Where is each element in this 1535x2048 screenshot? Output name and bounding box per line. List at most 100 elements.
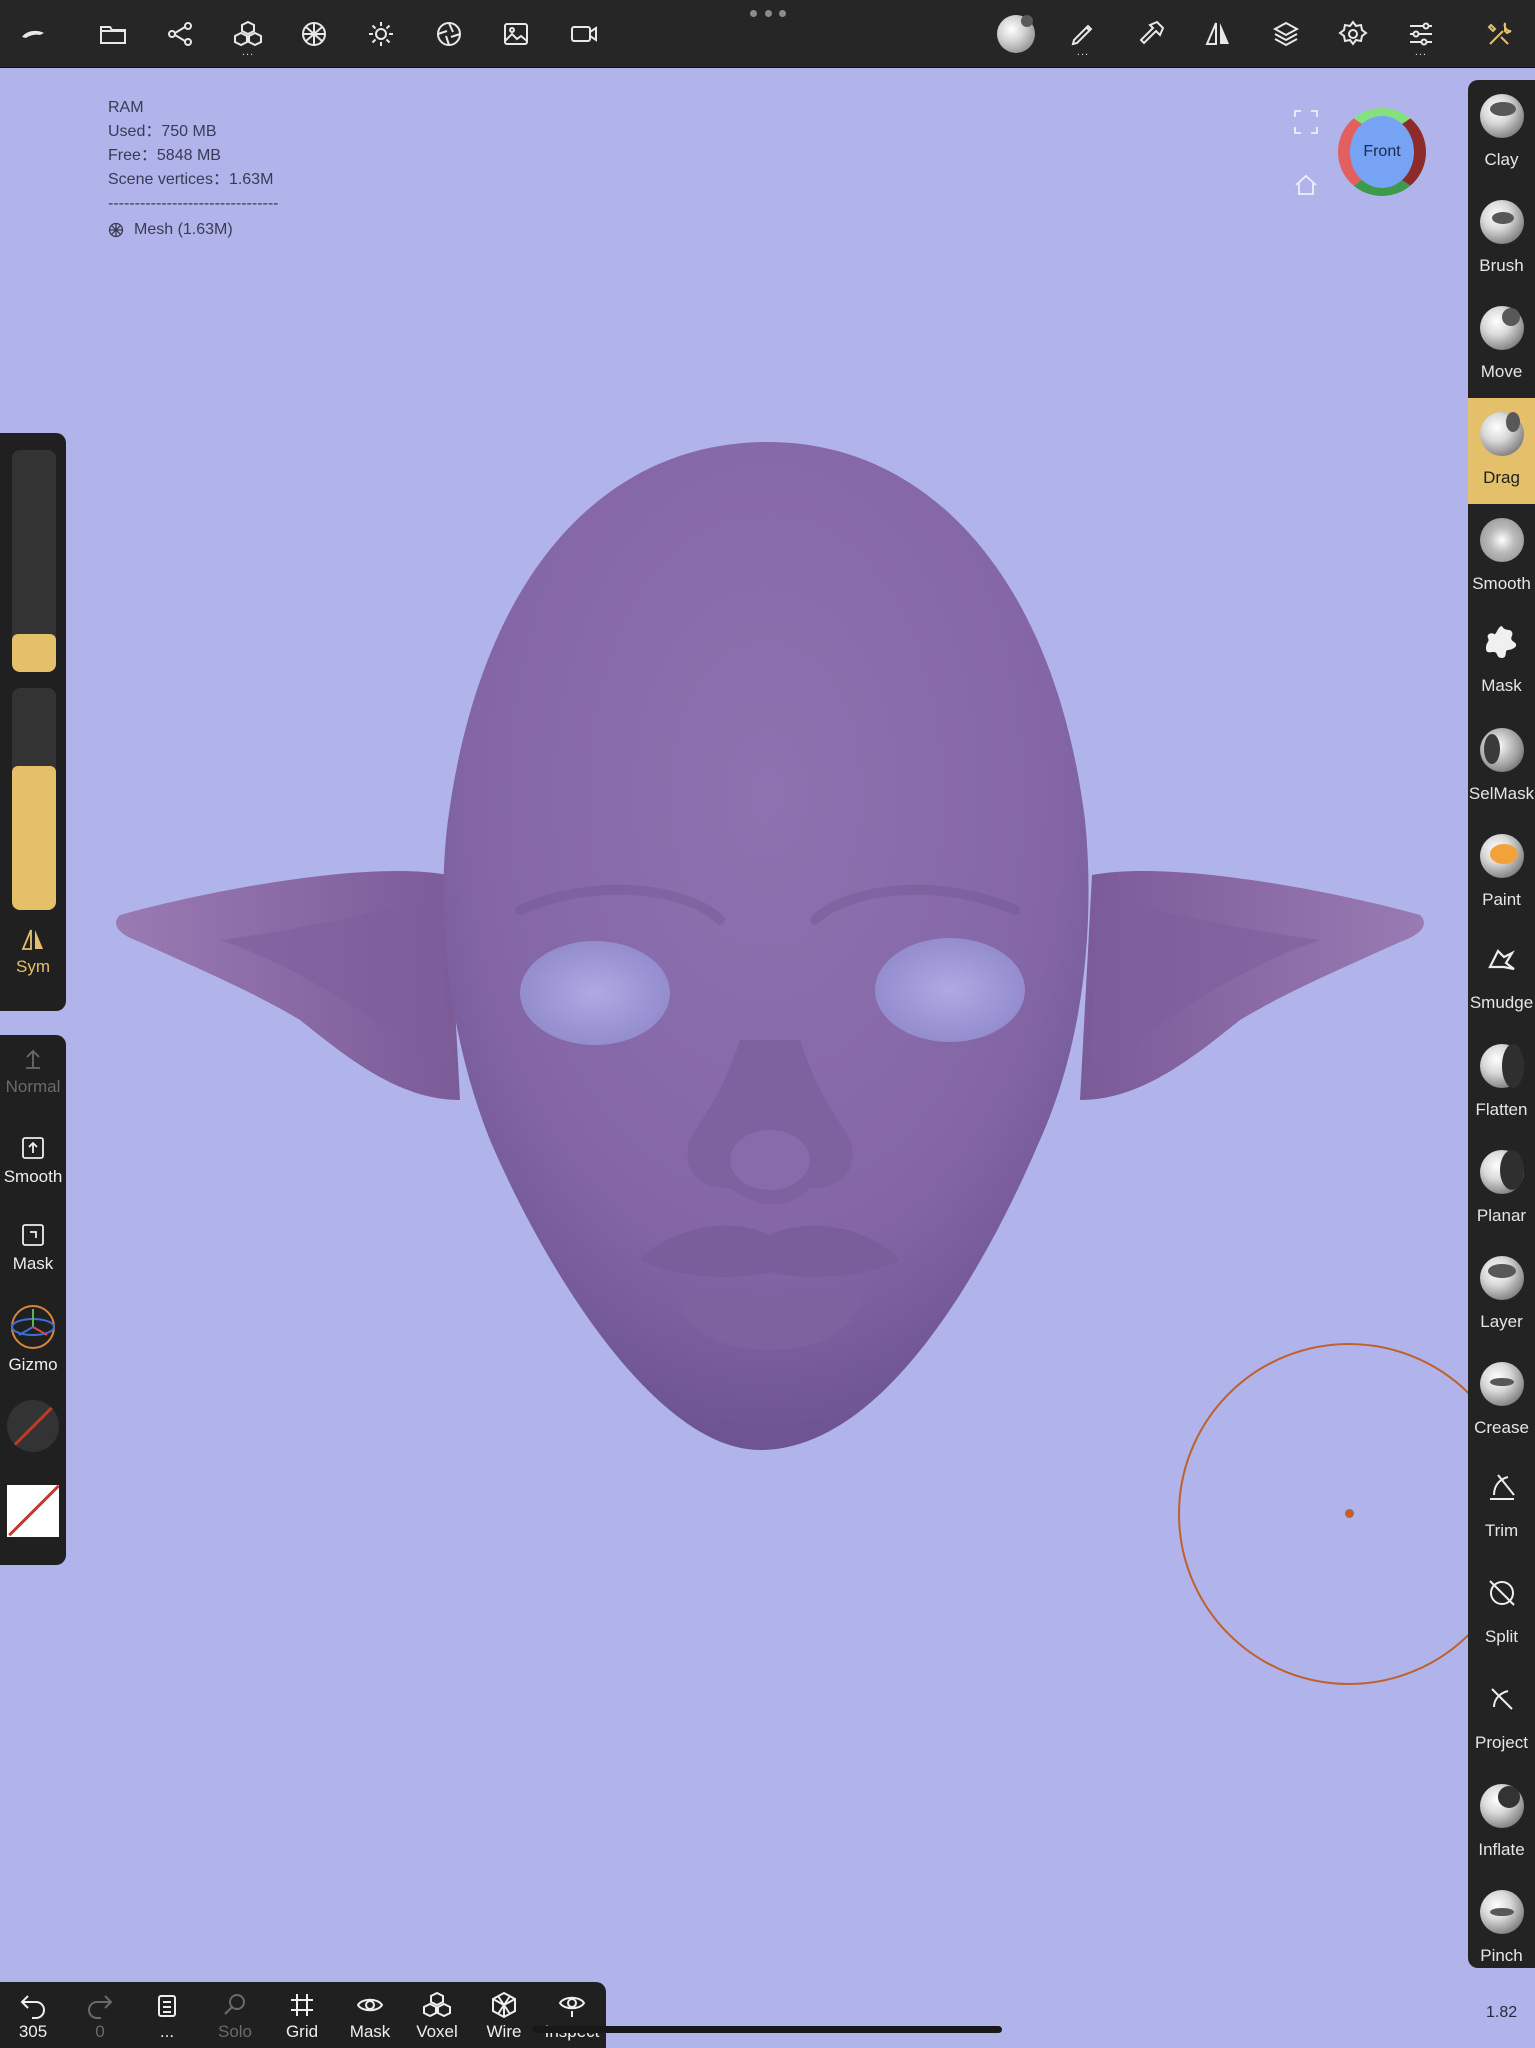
box-corner-icon — [22, 1224, 44, 1246]
intensity-slider[interactable] — [12, 688, 56, 910]
wireframe-icon — [492, 1991, 516, 2019]
radius-slider-fill — [12, 634, 56, 672]
tool-drag[interactable]: Drag — [1468, 398, 1535, 504]
grid-icon — [291, 1994, 313, 2016]
tool-label: Crease — [1474, 1418, 1529, 1437]
tool-planar[interactable]: Planar — [1468, 1136, 1535, 1242]
grid-button[interactable]: Grid — [269, 1990, 335, 2042]
tool-inflate[interactable]: Inflate — [1468, 1770, 1535, 1876]
mask-visibility-label: Mask — [349, 2022, 391, 2041]
alpha-none-swatch[interactable] — [7, 1400, 59, 1452]
redo-button[interactable]: 0 — [67, 1990, 133, 2042]
wire-button[interactable]: Wire — [471, 1990, 537, 2042]
settings-icon[interactable] — [1332, 13, 1374, 55]
undo-button[interactable]: 305 — [0, 1990, 66, 2042]
tool-paint[interactable]: Paint — [1468, 820, 1535, 926]
inspect-button[interactable]: Inspect — [539, 1990, 605, 2042]
layers-icon[interactable] — [1265, 13, 1307, 55]
gizmo-label: Gizmo — [8, 1355, 58, 1374]
tool-label: Inflate — [1478, 1840, 1525, 1859]
tool-label: Project — [1475, 1733, 1528, 1752]
tool-mask[interactable]: Mask — [1468, 606, 1535, 712]
brush-center-dot — [1345, 1509, 1354, 1518]
topology-icon[interactable] — [293, 13, 335, 55]
primitives-icon[interactable]: ... — [227, 13, 269, 58]
tool-smudge[interactable]: Smudge — [1468, 923, 1535, 1029]
intensity-slider-fill — [12, 765, 56, 910]
mesh-label[interactable]: Mesh (1.63M) — [134, 218, 233, 242]
eye-icon — [356, 1998, 384, 2012]
tool-label: Split — [1484, 1627, 1519, 1646]
tool-clay[interactable]: Clay — [1468, 80, 1535, 186]
fullscreen-icon[interactable] — [1293, 109, 1319, 135]
symmetry-icon[interactable] — [1197, 13, 1239, 55]
tool-label: Brush — [1479, 256, 1524, 275]
tools-icon[interactable] — [1479, 13, 1521, 55]
normal-button[interactable]: Normal — [0, 1047, 66, 1097]
texture-none-swatch[interactable] — [7, 1485, 59, 1537]
material-icon[interactable] — [428, 13, 470, 55]
tool-flatten[interactable]: Flatten — [1468, 1030, 1535, 1136]
crease-sphere-icon — [1480, 1362, 1524, 1406]
mask-visibility-button[interactable]: Mask — [337, 1990, 403, 2042]
tool-selmask[interactable]: SelMask — [1468, 714, 1535, 820]
voxel-button[interactable]: Voxel — [404, 1990, 470, 2042]
mask-stroke-button[interactable]: Mask — [0, 1222, 66, 1274]
sym-toggle[interactable]: Sym — [0, 927, 66, 977]
tool-label: Smooth — [1472, 574, 1531, 593]
tool-crease[interactable]: Crease — [1468, 1348, 1535, 1454]
toolbar-drag-handle[interactable] — [750, 10, 786, 20]
paint-brush-icon[interactable]: ... — [1062, 13, 1104, 58]
stroke-options-panel: Normal Smooth Mask Gizmo — [0, 1035, 66, 1565]
scene-graph-icon[interactable] — [160, 13, 202, 55]
move-sphere-icon — [1480, 306, 1524, 350]
solo-button[interactable]: Solo — [202, 1990, 268, 2042]
history-button[interactable]: ... — [134, 1990, 200, 2042]
folder-icon[interactable] — [92, 13, 134, 55]
symmetry-small-icon — [21, 929, 43, 950]
box-arrow-up-icon — [22, 1137, 44, 1159]
sliders-icon[interactable]: ... — [1400, 13, 1442, 58]
light-icon[interactable] — [360, 13, 402, 55]
app-logo-icon[interactable] — [12, 13, 54, 55]
info-separator: -------------------------------- — [108, 195, 279, 212]
paint-sphere-icon — [1480, 834, 1524, 878]
tool-split[interactable]: Split — [1468, 1557, 1535, 1663]
tool-layer[interactable]: Layer — [1468, 1242, 1535, 1348]
tool-label: Smudge — [1469, 993, 1534, 1012]
radius-slider[interactable] — [12, 450, 56, 672]
tool-smooth[interactable]: Smooth — [1468, 504, 1535, 610]
background-image-icon[interactable] — [495, 13, 537, 55]
gizmo-button[interactable]: Gizmo — [0, 1303, 66, 1375]
hammer-icon[interactable] — [1130, 13, 1172, 55]
home-indicator — [532, 2026, 1002, 2033]
selmask-sphere-icon — [1480, 728, 1524, 772]
tool-move[interactable]: Move — [1468, 292, 1535, 398]
tool-label: Flatten — [1475, 1100, 1528, 1119]
history-more: ... — [159, 2022, 175, 2041]
smooth-stroke-button[interactable]: Smooth — [0, 1135, 66, 1187]
mesh-icon — [108, 222, 124, 238]
gizmo-face-label: Front — [1363, 143, 1401, 160]
sculpt-model[interactable] — [100, 420, 1440, 1480]
material-sphere-icon[interactable] — [995, 13, 1037, 55]
tool-pinch[interactable]: Pinch — [1468, 1876, 1535, 1968]
tool-label: Trim — [1484, 1521, 1519, 1540]
tool-panel: Clay Brush Move Drag Smooth Mask SelMask… — [1468, 80, 1535, 1968]
mask-splat-icon — [1486, 626, 1517, 658]
voxel-icon — [423, 1991, 451, 2018]
clay-sphere-icon — [1480, 94, 1524, 138]
tool-brush[interactable]: Brush — [1468, 186, 1535, 292]
split-icon — [1489, 1580, 1515, 1606]
pinch-sphere-icon — [1480, 1890, 1524, 1934]
tool-trim[interactable]: Trim — [1468, 1451, 1535, 1557]
bottom-toolbar: 305 0 ... Solo Grid Mask Voxel Wire Insp… — [0, 1982, 606, 2048]
grid-label: Grid — [285, 2022, 319, 2041]
redo-icon — [88, 1995, 113, 2019]
tool-label: Layer — [1480, 1312, 1523, 1331]
sym-label: Sym — [16, 957, 50, 976]
view-gizmo[interactable]: Front — [1338, 108, 1426, 196]
camera-icon[interactable] — [563, 13, 605, 55]
tool-project[interactable]: Project — [1468, 1663, 1535, 1769]
home-view-icon[interactable] — [1293, 172, 1319, 198]
